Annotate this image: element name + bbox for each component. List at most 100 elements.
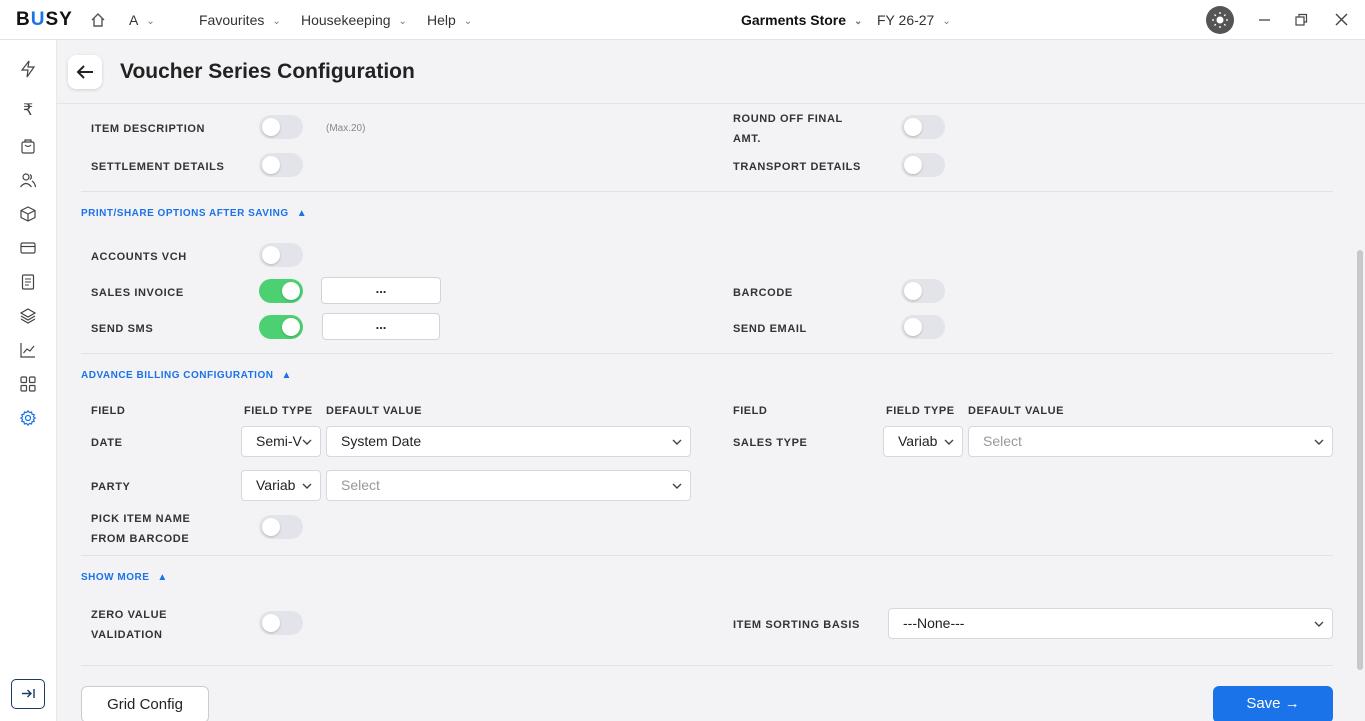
menu-help-label: Help bbox=[427, 12, 456, 28]
sales-type-field-type-select[interactable]: Variab bbox=[883, 426, 963, 457]
transport-details-toggle[interactable] bbox=[901, 153, 945, 177]
divider bbox=[81, 555, 1333, 556]
chevron-down-icon: ⌄ bbox=[146, 15, 155, 27]
arrow-right-icon: → bbox=[1284, 695, 1300, 712]
sales-type-label: SALES TYPE bbox=[733, 437, 808, 449]
document-icon[interactable] bbox=[19, 273, 37, 291]
expand-sidebar-button[interactable] bbox=[11, 679, 45, 709]
item-description-toggle[interactable] bbox=[259, 115, 303, 139]
column-header-default-value: DEFAULT VALUE bbox=[968, 405, 1064, 417]
send-sms-label: SEND SMS bbox=[91, 323, 154, 335]
accounts-vch-label: ACCOUNTS VCH bbox=[91, 251, 187, 263]
send-sms-toggle[interactable] bbox=[259, 315, 303, 339]
theme-toggle-button[interactable] bbox=[1206, 6, 1234, 34]
back-button[interactable] bbox=[68, 55, 102, 89]
print-share-section-toggle[interactable]: PRINT/SHARE OPTIONS AFTER SAVING ▲ bbox=[81, 208, 307, 219]
date-label: DATE bbox=[91, 437, 123, 449]
company-menu[interactable]: A ⌄ bbox=[129, 12, 155, 28]
grid-config-button[interactable]: Grid Config bbox=[81, 686, 209, 721]
fy-selector[interactable]: FY 26-27 ⌄ bbox=[877, 12, 951, 28]
company-menu-label: A bbox=[129, 12, 139, 28]
party-default-value-select[interactable]: Select bbox=[326, 470, 691, 501]
minimize-button[interactable] bbox=[1255, 10, 1275, 30]
party-default-value: Select bbox=[341, 477, 380, 493]
advance-billing-section-toggle[interactable]: ADVANCE BILLING CONFIGURATION ▲ bbox=[81, 370, 292, 381]
menu-housekeeping[interactable]: Housekeeping ⌄ bbox=[301, 12, 407, 28]
chevron-down-icon bbox=[1314, 439, 1324, 445]
grid-icon[interactable] bbox=[19, 375, 37, 393]
party-field-type-select[interactable]: Variab bbox=[241, 470, 321, 501]
send-email-toggle[interactable] bbox=[901, 315, 945, 339]
zero-value-toggle[interactable] bbox=[259, 611, 303, 635]
chevron-down-icon bbox=[944, 439, 954, 445]
chevron-down-icon: ⌄ bbox=[854, 15, 863, 27]
party-field-type-value: Variab bbox=[256, 477, 296, 493]
close-icon bbox=[1335, 13, 1348, 26]
layers-icon[interactable] bbox=[19, 307, 37, 325]
column-header-field: FIELD bbox=[91, 405, 126, 417]
users-icon[interactable] bbox=[19, 171, 37, 189]
svg-text:₹: ₹ bbox=[23, 100, 33, 118]
accounts-vch-toggle[interactable] bbox=[259, 243, 303, 267]
chevron-down-icon: ⌄ bbox=[398, 15, 407, 27]
sales-invoice-label: SALES INVOICE bbox=[91, 287, 184, 299]
scrollbar[interactable] bbox=[1357, 250, 1363, 670]
advance-billing-section-title: ADVANCE BILLING CONFIGURATION bbox=[81, 370, 274, 381]
item-sorting-value: ---None--- bbox=[903, 615, 965, 631]
menu-favourites[interactable]: Favourites ⌄ bbox=[199, 12, 281, 28]
shopping-bag-icon[interactable] bbox=[19, 137, 37, 155]
sales-invoice-toggle[interactable] bbox=[259, 279, 303, 303]
sales-type-default-value-select[interactable]: Select bbox=[968, 426, 1333, 457]
page-header: Voucher Series Configuration bbox=[57, 40, 1365, 104]
app-logo: BUSY bbox=[16, 9, 73, 30]
arrow-right-icon bbox=[22, 689, 35, 698]
menu-housekeeping-label: Housekeeping bbox=[301, 12, 391, 28]
chart-icon[interactable] bbox=[19, 341, 37, 359]
chevron-down-icon: ⌄ bbox=[272, 15, 281, 27]
home-icon[interactable] bbox=[90, 12, 106, 33]
date-field-type-select[interactable]: Semi-V bbox=[241, 426, 321, 457]
item-sorting-label: ITEM SORTING BASIS bbox=[733, 619, 860, 631]
gear-icon[interactable] bbox=[19, 409, 37, 427]
date-default-value-select[interactable]: System Date bbox=[326, 426, 691, 457]
barcode-toggle[interactable] bbox=[901, 279, 945, 303]
round-off-toggle[interactable] bbox=[901, 115, 945, 139]
print-share-section-title: PRINT/SHARE OPTIONS AFTER SAVING bbox=[81, 208, 289, 219]
restore-button[interactable] bbox=[1291, 10, 1311, 30]
sales-invoice-options-button[interactable]: ... bbox=[321, 277, 441, 304]
barcode-label: BARCODE bbox=[733, 287, 793, 299]
sidebar: ₹ bbox=[0, 40, 57, 721]
save-button[interactable]: Save → bbox=[1213, 686, 1333, 721]
chevron-down-icon: ⌄ bbox=[942, 15, 951, 27]
chevron-down-icon bbox=[672, 483, 682, 489]
lightning-icon[interactable] bbox=[19, 60, 37, 78]
pick-item-label-line1: PICK ITEM NAME bbox=[91, 513, 191, 525]
round-off-label-line2: AMT. bbox=[733, 133, 762, 145]
chevron-down-icon bbox=[672, 439, 682, 445]
store-name: Garments Store bbox=[741, 12, 847, 28]
credit-card-icon[interactable] bbox=[19, 239, 37, 257]
save-button-label: Save bbox=[1246, 695, 1281, 712]
store-selector[interactable]: Garments Store ⌄ bbox=[741, 12, 862, 28]
menu-favourites-label: Favourites bbox=[199, 12, 265, 28]
rupee-icon[interactable]: ₹ bbox=[19, 100, 37, 119]
item-description-label: ITEM DESCRIPTION bbox=[91, 123, 206, 135]
pick-item-toggle[interactable] bbox=[259, 515, 303, 539]
top-bar: BUSY A ⌄ Favourites ⌄ Housekeeping ⌄ Help ⌄ … bbox=[0, 0, 1365, 40]
date-field-type-value: Semi-V bbox=[256, 433, 302, 449]
item-sorting-select[interactable]: ---None--- bbox=[888, 608, 1333, 639]
menu-help[interactable]: Help ⌄ bbox=[427, 12, 472, 28]
fiscal-year: FY 26-27 bbox=[877, 12, 935, 28]
round-off-label-line1: ROUND OFF FINAL bbox=[733, 113, 843, 125]
send-sms-options-button[interactable]: ... bbox=[322, 313, 440, 340]
chevron-down-icon bbox=[302, 439, 312, 445]
close-button[interactable] bbox=[1332, 10, 1352, 30]
box-icon[interactable] bbox=[19, 205, 37, 223]
zero-value-label-line1: ZERO VALUE bbox=[91, 609, 168, 621]
date-default-value: System Date bbox=[341, 433, 422, 449]
settlement-details-toggle[interactable] bbox=[259, 153, 303, 177]
chevron-up-icon: ▲ bbox=[281, 370, 292, 381]
chevron-up-icon: ▲ bbox=[157, 572, 168, 583]
show-more-section-toggle[interactable]: SHOW MORE ▲ bbox=[81, 572, 168, 583]
sales-type-field-type-value: Variab bbox=[898, 433, 938, 449]
